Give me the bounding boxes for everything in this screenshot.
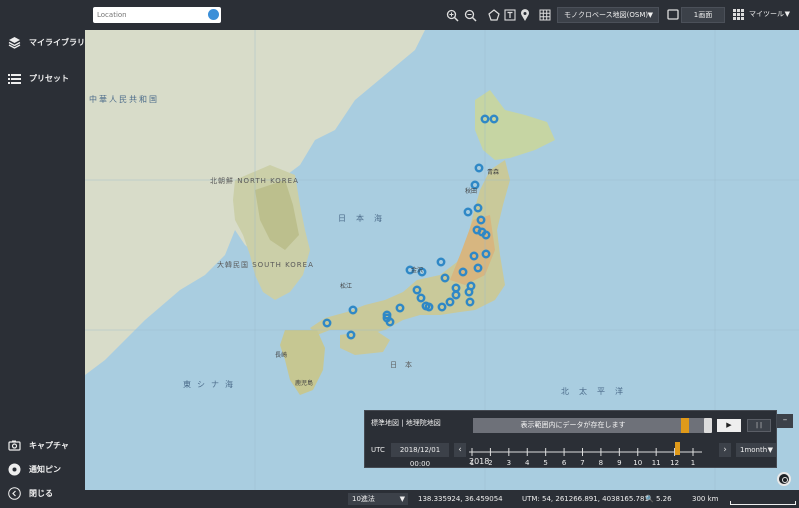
pause-button[interactable]: | | — [747, 419, 771, 432]
hokkaido — [475, 90, 555, 160]
zoom-icon: 🔍 — [645, 495, 654, 503]
screen-mode-button[interactable]: 1画面 — [681, 7, 725, 23]
map-label-sea-of-japan: 日本海 — [338, 214, 392, 223]
caret-down-icon: ▼ — [399, 495, 405, 503]
sidebar-item-label: プリセット — [29, 73, 69, 83]
timeline-tick-label: 11 — [652, 459, 661, 467]
sidebar-item-capture[interactable]: キャプチャ — [8, 436, 69, 454]
map-label-china: 中華人民共和国 — [89, 95, 159, 104]
map-label-south-korea: 大韓民国 SOUTH KOREA — [217, 261, 314, 269]
basemap-select-label: モノクロベース地図(OSM) — [564, 11, 649, 19]
date-field[interactable]: 2018/12/01 00:00 — [391, 443, 449, 468]
sidebar: マイライブラリ プリセット キャプチャ 通知ピン 閉じる — [0, 0, 85, 508]
coordinate-format-select[interactable]: 10進法 ▼ — [348, 493, 408, 505]
scale-bar — [730, 501, 796, 505]
sidebar-item-close[interactable]: 閉じる — [8, 484, 53, 502]
latlon-readout: 138.335924, 36.459054 — [418, 495, 503, 503]
screen-mode-label: 1画面 — [693, 11, 713, 19]
data-availability-marker — [681, 418, 689, 433]
sidebar-item-notify-pin[interactable]: 通知ピン — [8, 460, 61, 478]
locate-target-icon[interactable] — [777, 472, 791, 486]
utc-label: UTC — [371, 446, 385, 454]
timeline-tick-label: 1 — [691, 459, 695, 467]
sidebar-item-label: マイライブラリ — [29, 37, 85, 47]
map-label-japan: 日本 — [390, 361, 420, 369]
location-search — [93, 7, 221, 23]
data-availability-bar: 表示範囲内にデータが存在します — [473, 418, 705, 433]
timeline-tick-label: 7 — [580, 459, 584, 467]
map-label-kanazawa: 金沢 — [411, 267, 424, 274]
timeline-tick-label: 8 — [599, 459, 603, 467]
camera-icon — [8, 439, 21, 452]
map-label-pacific: 北太平洋 — [561, 387, 633, 396]
coordinate-format-label: 10進法 — [352, 495, 375, 503]
pin-icon — [8, 463, 21, 476]
sidebar-item-label: 閉じる — [29, 488, 53, 498]
layers-icon — [8, 36, 21, 49]
caret-down-icon: ▼ — [767, 446, 773, 454]
map-label-kagoshima: 鹿児島 — [295, 380, 314, 387]
polygon-icon[interactable] — [486, 7, 501, 23]
top-toolbar: モノクロベース地図(OSM) ▼ 1画面 マイツール ▼ — [85, 0, 799, 30]
timeline-year: 2018 — [469, 457, 490, 466]
map-label-nagasaki: 長崎 — [275, 352, 288, 359]
zoom-readout: 5.26 — [656, 495, 672, 503]
timeline-tick-label: 3 — [507, 459, 511, 467]
map-label-north-korea: 北朝鮮 NORTH KOREA — [210, 177, 299, 185]
zoom-in-icon[interactable] — [445, 7, 460, 23]
chevron-left-icon — [8, 486, 21, 500]
data-availability-message: 表示範囲内にデータが存在します — [520, 421, 626, 429]
search-icon[interactable] — [208, 9, 219, 20]
text-icon[interactable] — [502, 7, 517, 23]
timeline-tick-label: 5 — [543, 459, 547, 467]
basemap-select[interactable]: モノクロベース地図(OSM) ▼ — [557, 7, 659, 23]
utm-readout: UTM: 54, 261266.891, 4038165.781 — [522, 495, 649, 503]
timeline-tick-label: 6 — [562, 459, 567, 467]
timeline-cursor[interactable] — [675, 442, 680, 455]
marker-icon[interactable] — [517, 7, 532, 23]
layer-scroll[interactable] — [704, 418, 712, 433]
sidebar-item-my-library[interactable]: マイライブラリ — [8, 33, 85, 51]
timeline-tick-label: 9 — [617, 459, 621, 467]
my-tools-label: マイツール — [749, 10, 784, 18]
scale-label: 300 km — [692, 495, 719, 503]
search-input[interactable] — [93, 7, 209, 23]
active-layers-label: 標準地図 | 地理院地図 — [371, 419, 441, 427]
map-label-akita: 秋田 — [465, 188, 478, 195]
timeline-panel: 標準地図 | 地理院地図 表示範囲内にデータが存在します ▶ | | UTC 2… — [364, 410, 777, 468]
status-bar: 10進法 ▼ 138.335924, 36.459054 UTM: 54, 26… — [85, 490, 799, 508]
prev-arrow-icon[interactable]: ‹ — [454, 443, 466, 457]
minimize-timeline-button[interactable]: – — [777, 414, 793, 428]
period-select[interactable]: 1month ▼ — [736, 443, 776, 457]
timeline-tick-label: 12 — [670, 459, 679, 467]
map-label-east-china-sea: 東シナ海 — [183, 380, 239, 389]
list-icon — [8, 72, 21, 85]
timeline-tick-label: 4 — [525, 459, 530, 467]
map-label-matsue: 松江 — [340, 283, 353, 290]
sidebar-item-presets[interactable]: プリセット — [8, 69, 69, 87]
timeline-ruler[interactable]: 1 2 3 4 5 6 7 8 9 10 11 12 1 — [469, 442, 702, 468]
caret-down-icon: ▼ — [784, 10, 790, 18]
map-label-aomori: 青森 — [487, 169, 500, 176]
sidebar-item-label: 通知ピン — [29, 464, 61, 474]
play-button[interactable]: ▶ — [717, 419, 741, 432]
zoom-out-icon[interactable] — [463, 7, 478, 23]
my-tools-menu[interactable]: マイツール ▼ — [743, 7, 795, 23]
timeline-tick-label: 10 — [633, 459, 642, 467]
next-arrow-icon[interactable]: › — [719, 443, 731, 457]
caret-down-icon: ▼ — [647, 11, 653, 19]
grid-icon[interactable] — [537, 7, 552, 23]
sidebar-item-label: キャプチャ — [29, 440, 69, 450]
single-screen-icon[interactable] — [665, 7, 680, 23]
period-select-label: 1month — [740, 446, 768, 454]
